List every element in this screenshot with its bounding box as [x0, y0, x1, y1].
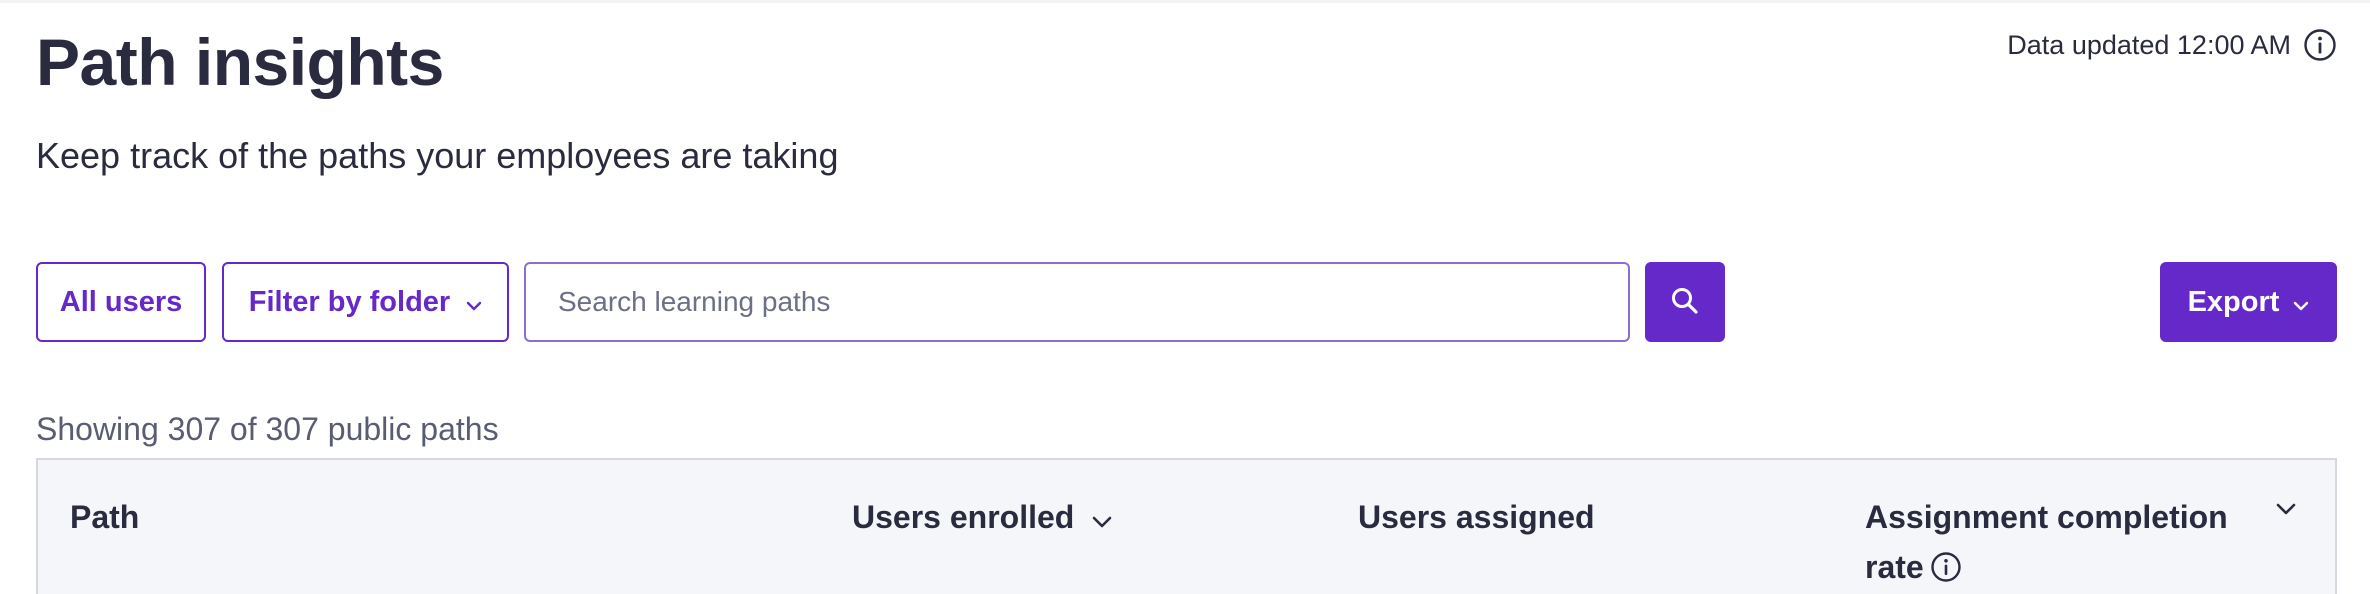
column-header-label-line2: rate: [1865, 549, 1924, 585]
top-divider: [0, 0, 2370, 3]
data-updated-indicator: Data updated 12:00 AM: [2007, 28, 2337, 62]
page-subtitle: Keep track of the paths your employees a…: [36, 135, 839, 176]
chevron-down-icon: [1092, 492, 1112, 542]
column-header-label: Users enrolled: [852, 499, 1075, 535]
info-icon[interactable]: [1930, 551, 1962, 583]
column-header-users-enrolled[interactable]: Users enrolled: [852, 492, 1112, 542]
chevron-down-icon[interactable]: [2276, 502, 2296, 520]
search-input[interactable]: [524, 262, 1630, 342]
search-button[interactable]: [1645, 262, 1725, 342]
column-header-label: Users assigned: [1358, 499, 1595, 535]
paths-table: Path Users enrolled Users assigned Assig…: [36, 458, 2337, 594]
data-updated-text: Data updated 12:00 AM: [2007, 29, 2291, 60]
search-icon: [1669, 285, 1701, 320]
column-header-users-assigned: Users assigned: [1358, 492, 1595, 542]
export-button[interactable]: Export: [2160, 262, 2337, 342]
page-title: Path insights: [36, 25, 444, 99]
column-header-label: Assignment completion: [1865, 499, 2228, 535]
results-count: Showing 307 of 307 public paths: [36, 411, 499, 447]
column-header-assignment-completion-rate[interactable]: Assignment completion rate: [1865, 492, 2245, 592]
filter-by-folder-button[interactable]: Filter by folder: [222, 262, 509, 342]
info-icon[interactable]: [2303, 28, 2337, 62]
all-users-label: All users: [59, 285, 183, 318]
chevron-down-icon: [2293, 286, 2309, 319]
filter-by-folder-label: Filter by folder: [248, 285, 451, 318]
column-header-label: Path: [70, 499, 140, 535]
column-header-path: Path: [70, 492, 139, 542]
chevron-down-icon: [466, 286, 482, 319]
all-users-button[interactable]: All users: [36, 262, 206, 342]
export-label: Export: [2187, 285, 2280, 318]
